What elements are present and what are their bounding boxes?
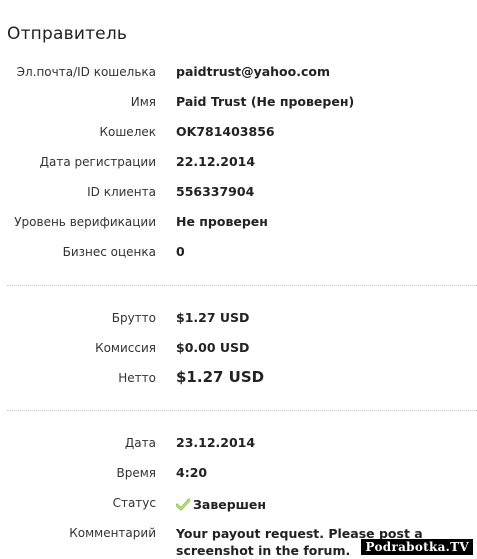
registration-value: 22.12.2014 bbox=[176, 154, 256, 169]
net-label: Нетто bbox=[118, 371, 156, 385]
gross-label: Брутто bbox=[111, 311, 156, 325]
sender-client-id-row: ID клиента 556337904 bbox=[0, 182, 477, 202]
net-value: $1.27 USD bbox=[176, 368, 265, 386]
fee-row: Комиссия $0.00 USD bbox=[0, 338, 477, 358]
registration-label: Дата регистрации bbox=[39, 155, 156, 169]
date-value: 23.12.2014 bbox=[176, 435, 256, 450]
time-label: Время bbox=[116, 466, 156, 480]
client-id-label: ID клиента bbox=[87, 185, 156, 199]
client-id-value: 556337904 bbox=[176, 184, 255, 199]
verification-value: Не проверен bbox=[176, 214, 268, 229]
sender-rating-row: Бизнес оценка 0 bbox=[0, 242, 477, 262]
email-label: Эл.почта/ID кошелька bbox=[16, 65, 156, 79]
name-value: Paid Trust (Не проверен) bbox=[176, 94, 355, 109]
sender-registration-row: Дата регистрации 22.12.2014 bbox=[0, 152, 477, 172]
watermark-badge: Podrabotka.TV bbox=[361, 539, 473, 555]
time-value: 4:20 bbox=[176, 465, 208, 480]
sender-email-row: Эл.почта/ID кошелька paidtrust@yahoo.com bbox=[0, 62, 477, 82]
gross-value: $1.27 USD bbox=[176, 310, 250, 325]
date-row: Дата 23.12.2014 bbox=[0, 433, 477, 453]
verification-label: Уровень верификации bbox=[14, 215, 156, 229]
sender-name-row: Имя Paid Trust (Не проверен) bbox=[0, 92, 477, 112]
wallet-label: Кошелек bbox=[99, 125, 156, 139]
fee-label: Комиссия bbox=[95, 341, 156, 355]
section-title: Отправитель bbox=[7, 24, 128, 44]
checkmark-icon bbox=[175, 498, 191, 511]
comment-label: Комментарий bbox=[69, 526, 156, 540]
wallet-value: OK781403856 bbox=[176, 124, 275, 139]
sender-wallet-row: Кошелек OK781403856 bbox=[0, 122, 477, 142]
email-value: paidtrust@yahoo.com bbox=[176, 64, 330, 79]
rating-value: 0 bbox=[176, 244, 185, 259]
time-row: Время 4:20 bbox=[0, 463, 477, 483]
status-value: Завершен bbox=[193, 497, 267, 512]
date-label: Дата bbox=[124, 436, 156, 450]
name-label: Имя bbox=[130, 95, 156, 109]
sender-verification-row: Уровень верификации Не проверен bbox=[0, 212, 477, 232]
rating-label: Бизнес оценка bbox=[62, 245, 156, 259]
status-row: Статус Завершен bbox=[0, 493, 477, 513]
fee-value: $0.00 USD bbox=[176, 340, 250, 355]
section-divider bbox=[7, 285, 477, 286]
net-row: Нетто $1.27 USD bbox=[0, 368, 477, 388]
gross-row: Брутто $1.27 USD bbox=[0, 308, 477, 328]
status-value-wrap: Завершен bbox=[175, 494, 267, 513]
section-divider bbox=[7, 410, 477, 411]
status-label: Статус bbox=[112, 496, 156, 510]
